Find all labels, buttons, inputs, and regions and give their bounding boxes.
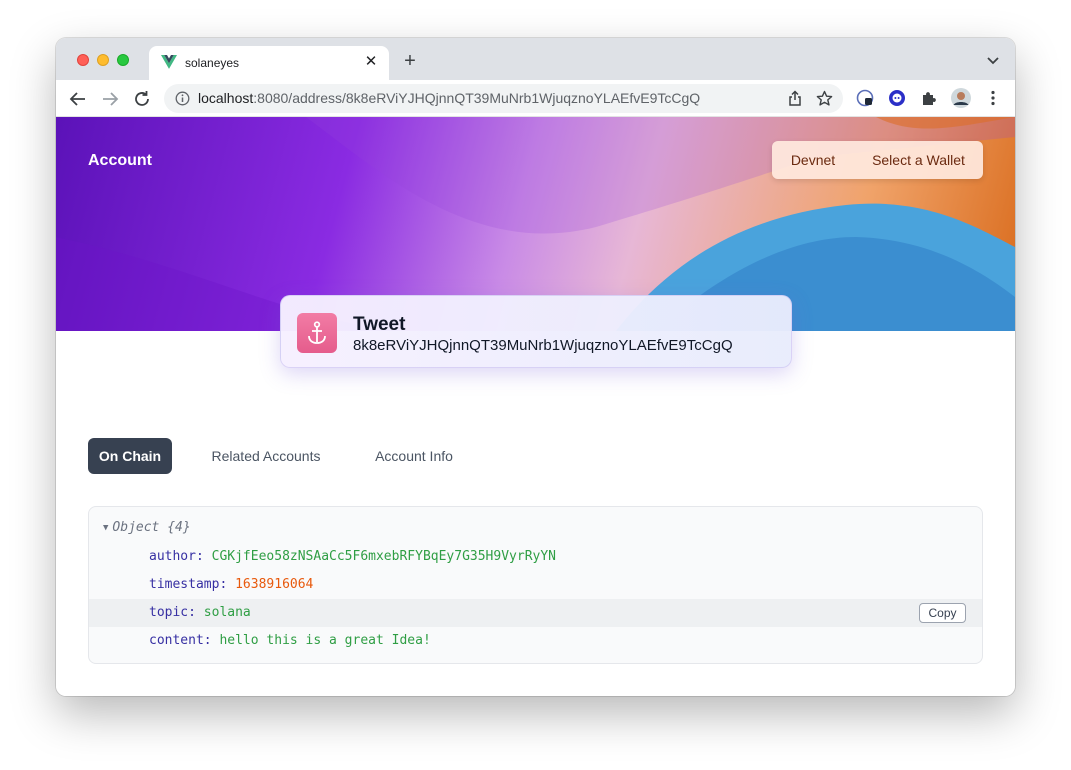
new-tab-button[interactable]: +	[399, 50, 421, 72]
minimize-window-button[interactable]	[97, 54, 109, 66]
extension-lock-icon[interactable]	[855, 88, 875, 108]
reload-icon[interactable]	[131, 88, 153, 110]
avatar[interactable]	[951, 88, 971, 108]
json-value: CGKjfEeo58zNSAaCc5F6mxebRFYBqEy7G35H9Vyr…	[211, 549, 556, 564]
url-text: localhost:8080/address/8k8eRViYJHQjnnQT3…	[198, 90, 700, 106]
share-icon[interactable]	[787, 90, 803, 107]
close-tab-icon[interactable]: ✕	[361, 52, 381, 72]
tab-strip: solaneyes ✕ +	[56, 38, 1015, 80]
copy-button[interactable]: Copy	[919, 603, 966, 623]
page-title: Account	[88, 152, 152, 169]
object-toggle[interactable]: ▼ Object {4}	[103, 520, 191, 535]
object-header: Object {4}	[112, 520, 191, 535]
json-row-timestamp[interactable]: timestamp: 1638916064	[89, 571, 982, 599]
tab-on-chain[interactable]: On Chain	[88, 438, 172, 474]
chevron-down-icon[interactable]	[985, 52, 1001, 68]
select-wallet-button[interactable]: Select a Wallet	[854, 141, 983, 179]
json-row-content[interactable]: content: hello this is a great Idea!	[89, 627, 982, 655]
json-value: solana	[203, 605, 251, 620]
page-content: Account Devnet Select a Wallet Tweet 8k8…	[56, 117, 1015, 696]
extension-circle-icon[interactable]	[887, 88, 907, 108]
json-row-author[interactable]: author: CGKjfEeo58zNSAaCc5F6mxebRFYBqEy7…	[89, 543, 982, 571]
json-value: 1638916064	[235, 577, 314, 592]
json-value: hello this is a great Idea!	[219, 633, 431, 648]
json-key: author: CGKjfEeo58zNSAaCc5F6mxebRFYBqEy7…	[149, 549, 556, 564]
kebab-menu-icon[interactable]	[983, 88, 1003, 108]
info-icon[interactable]	[175, 91, 190, 106]
browser-toolbar: localhost:8080/address/8k8eRViYJHQjnnQT3…	[56, 80, 1015, 117]
url-host: localhost	[198, 90, 254, 106]
browser-tab[interactable]: solaneyes ✕	[149, 46, 389, 80]
vue-logo-icon	[161, 55, 177, 69]
caret-down-icon: ▼	[103, 523, 109, 533]
account-address: 8k8eRViYJHQjnnQT39MuNrb1WjuqznoYLAEfvE9T…	[353, 337, 733, 354]
tab-title: solaneyes	[185, 56, 240, 70]
json-key: timestamp: 1638916064	[149, 577, 314, 592]
json-key: content: hello this is a great Idea!	[149, 633, 431, 648]
bookmark-star-icon[interactable]	[816, 90, 833, 107]
wallet-controls: Devnet Select a Wallet	[772, 141, 983, 179]
json-row-topic[interactable]: topic: solana Copy	[89, 599, 982, 627]
puzzle-icon[interactable]	[919, 88, 939, 108]
network-button[interactable]: Devnet	[772, 141, 854, 179]
anchor-icon	[297, 313, 337, 353]
browser-window: solaneyes ✕ + localhost:8080/address/8k8…	[56, 38, 1015, 696]
back-arrow-icon[interactable]	[67, 88, 89, 110]
account-type: Tweet	[353, 314, 406, 335]
account-header-card: Tweet 8k8eRViYJHQjnnQT39MuNrb1WjuqznoYLA…	[280, 295, 792, 368]
address-bar[interactable]: localhost:8080/address/8k8eRViYJHQjnnQT3…	[164, 84, 843, 113]
url-path: :8080/address/8k8eRViYJHQjnnQT39MuNrb1Wj…	[253, 90, 701, 106]
json-viewer: ▼ Object {4} author: CGKjfEeo58zNSAaCc5F6…	[88, 506, 983, 664]
forward-arrow-icon[interactable]	[99, 88, 121, 110]
tab-related-accounts[interactable]: Related Accounts	[192, 438, 340, 474]
json-key: topic: solana	[149, 605, 251, 620]
tab-account-info[interactable]: Account Info	[356, 438, 472, 474]
maximize-window-button[interactable]	[117, 54, 129, 66]
close-window-button[interactable]	[77, 54, 89, 66]
